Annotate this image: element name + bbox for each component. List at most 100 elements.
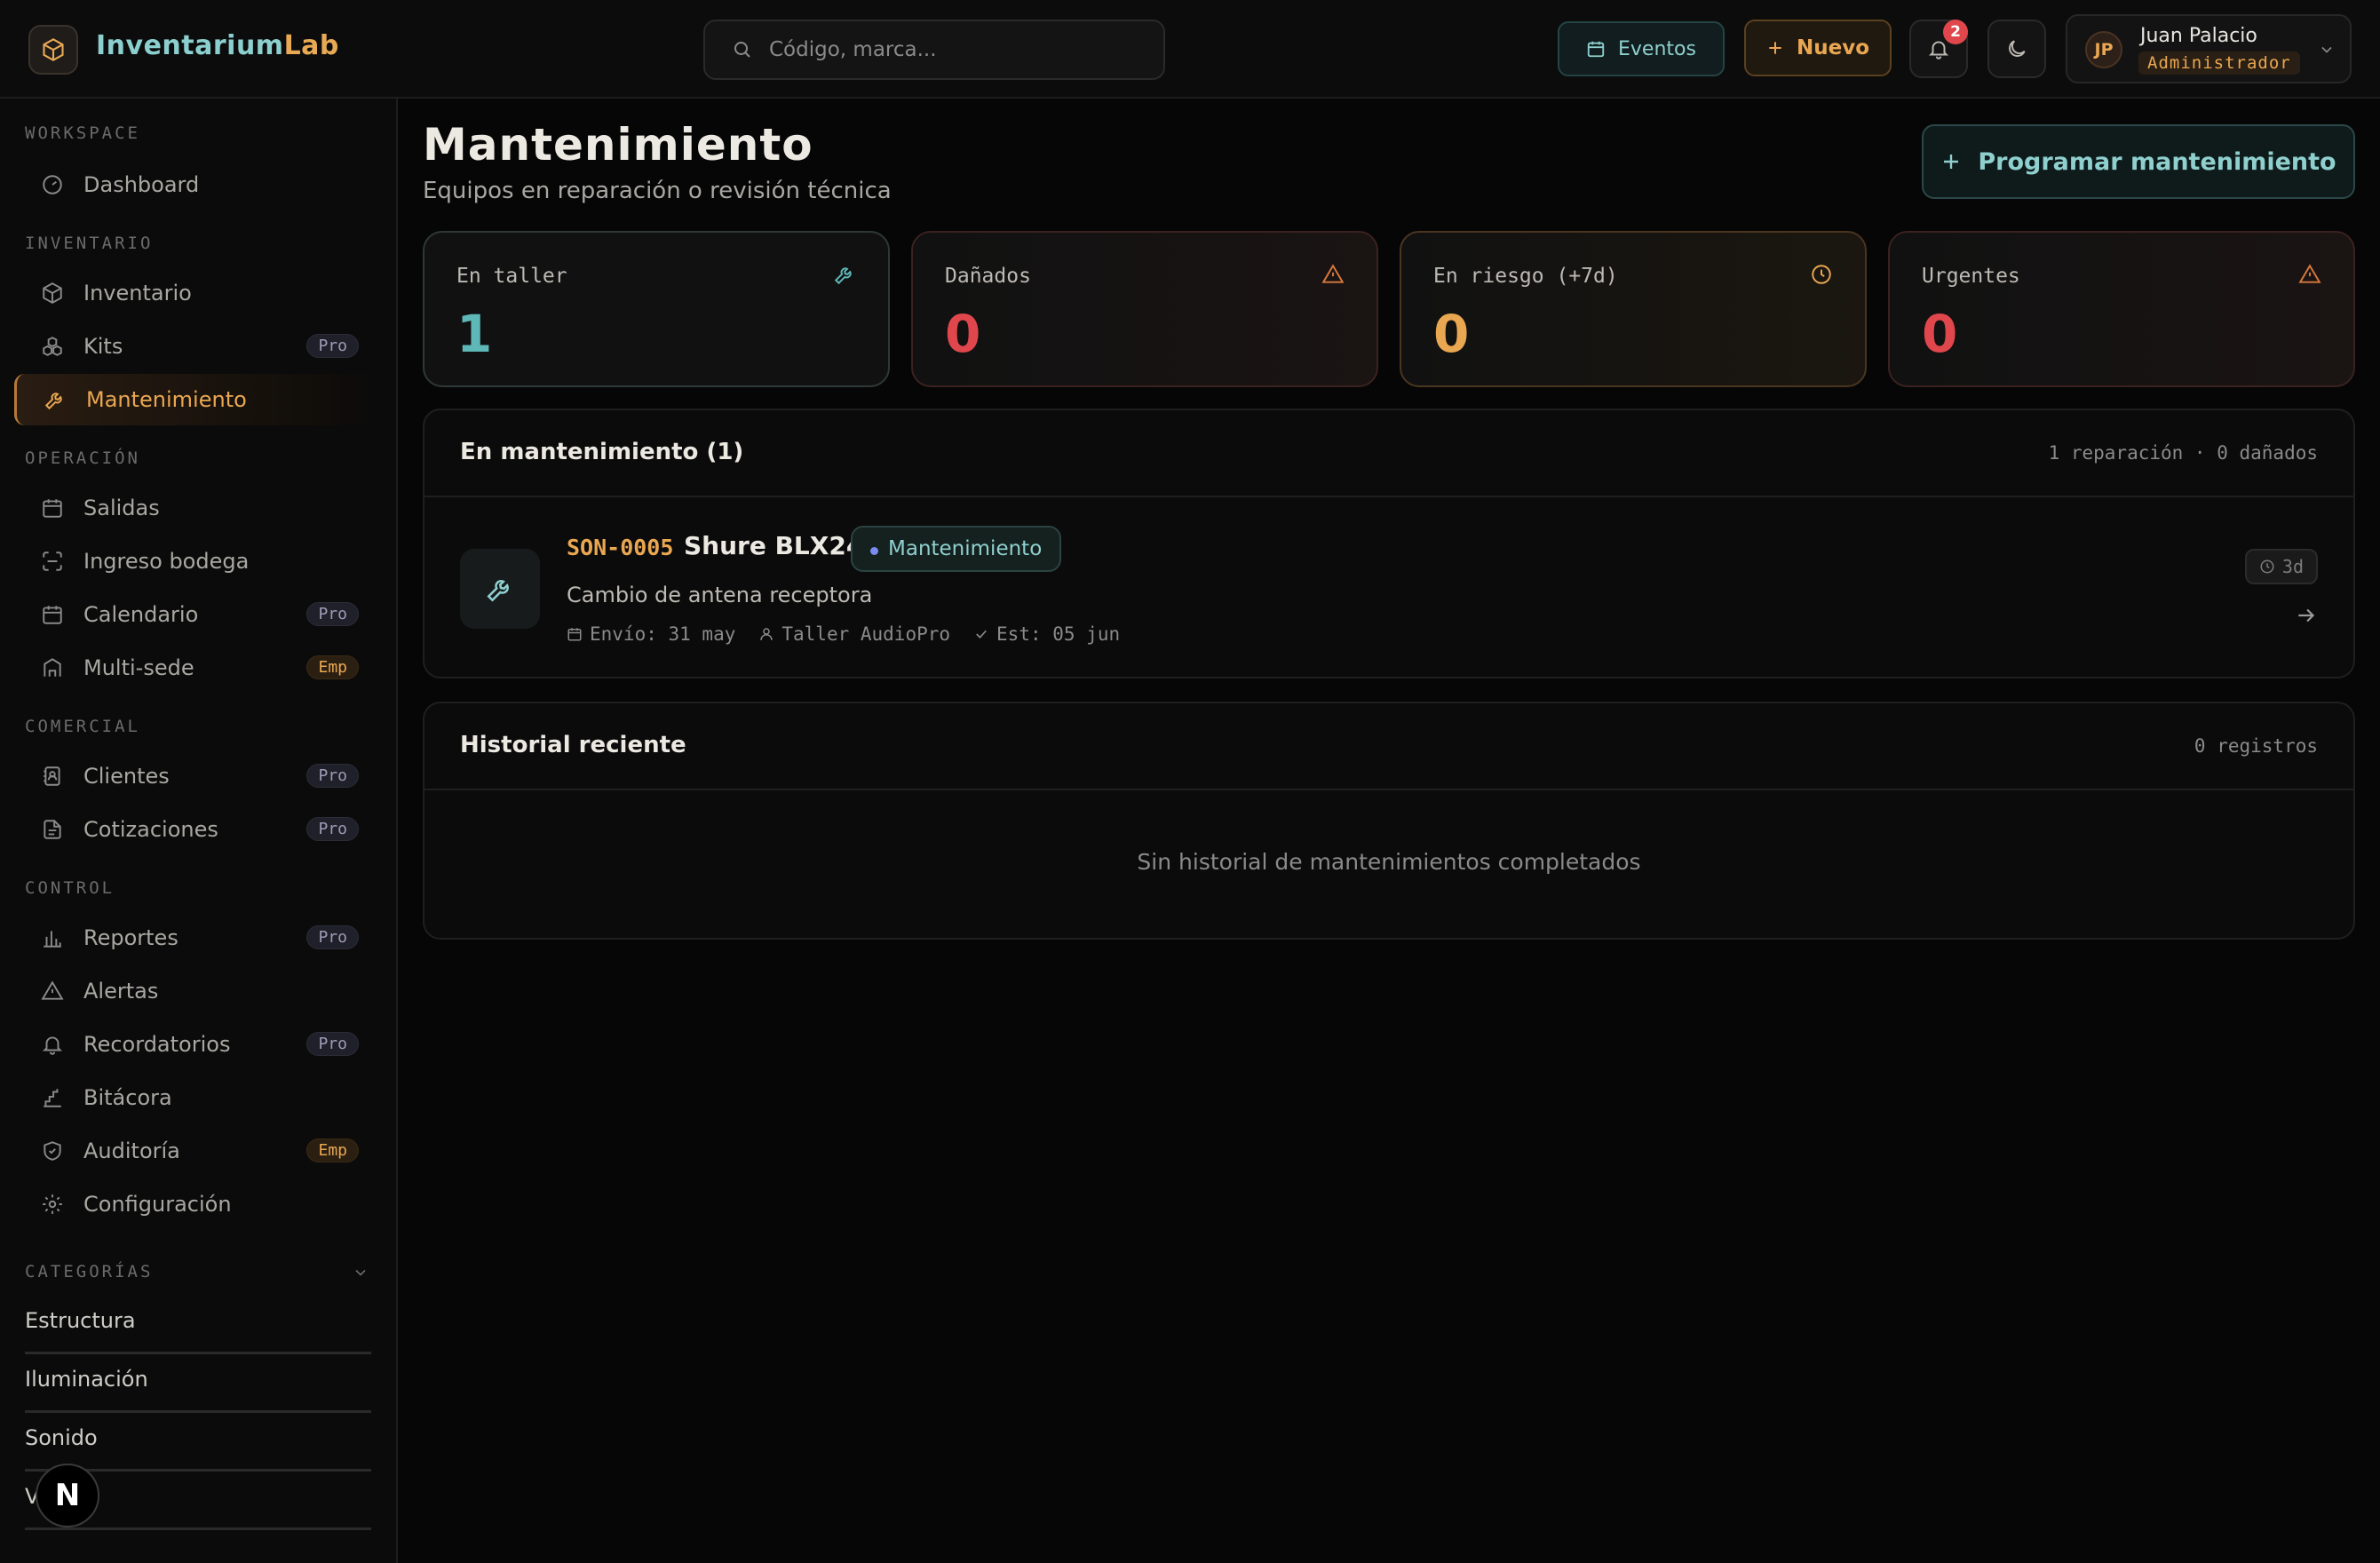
section-title-inventario: INVENTARIO	[25, 234, 154, 253]
sidebar-item-inventario[interactable]: Inventario	[14, 267, 377, 319]
stat-label: En riesgo (+7d)	[1433, 265, 1618, 288]
sidebar-item-mantenimiento[interactable]: Mantenimiento	[14, 374, 377, 425]
arrow-right-icon[interactable]	[2295, 604, 2318, 627]
stat-label: Dañados	[945, 265, 1031, 288]
nuevo-button[interactable]: Nuevo	[1744, 20, 1892, 76]
nextjs-dev-indicator[interactable]: N	[36, 1464, 99, 1527]
sidebar-item-label: Configuración	[83, 1192, 232, 1217]
sidebar-item-cotizaciones[interactable]: Cotizaciones Pro	[14, 804, 377, 855]
panel-title: Historial reciente	[460, 732, 686, 758]
warning-triangle-icon	[41, 980, 64, 1000]
eventos-button[interactable]: Eventos	[1558, 21, 1725, 76]
panel-meta: 0 registros	[2194, 735, 2318, 757]
category-item[interactable]: Sonido	[25, 1413, 371, 1472]
sidebar-item-calendario[interactable]: Calendario Pro	[14, 589, 377, 640]
program-maintenance-button[interactable]: Programar mantenimiento	[1922, 124, 2355, 199]
sidebar-item-label: Inventario	[83, 281, 192, 305]
stat-value: 0	[1922, 304, 1958, 364]
emp-badge: Emp	[306, 1139, 359, 1162]
item-code[interactable]: SON-0005	[567, 535, 673, 560]
calendar-icon	[567, 628, 582, 641]
page-subtitle: Equipos en reparación o revisión técnica	[423, 178, 892, 204]
sidebar-item-clientes[interactable]: Clientes Pro	[14, 750, 377, 802]
sidebar-item-ingreso-bodega[interactable]: Ingreso bodega	[14, 536, 377, 587]
wrench-icon	[833, 263, 856, 286]
panel-meta: 1 reparación · 0 dañados	[2048, 442, 2318, 464]
stat-label: En taller	[456, 265, 567, 288]
pro-badge: Pro	[306, 764, 359, 788]
program-maintenance-label: Programar mantenimiento	[1978, 147, 2336, 176]
list-item[interactable]: SON-0005 Shure BLX24 Mantenimiento Cambi…	[424, 497, 2353, 678]
avatar: JP	[2085, 31, 2122, 68]
user-menu[interactable]: JP Juan Palacio Administrador	[2066, 14, 2352, 83]
pro-badge: Pro	[306, 334, 359, 358]
sidebar-item-label: Recordatorios	[83, 1032, 231, 1057]
stat-value: 0	[945, 304, 981, 364]
stat-value: 0	[1433, 304, 1470, 364]
eventos-label: Eventos	[1618, 37, 1696, 60]
nuevo-label: Nuevo	[1796, 36, 1870, 60]
stat-card-danados: Dañados 0	[911, 231, 1378, 387]
sidebar-item-auditoria[interactable]: Auditoría Emp	[14, 1125, 377, 1177]
panel-header: Historial reciente 0 registros	[424, 703, 2353, 790]
history-panel: Historial reciente 0 registros Sin histo…	[423, 702, 2355, 940]
stat-value: 1	[456, 304, 493, 364]
age-badge: 3d	[2244, 549, 2318, 584]
stat-label: Urgentes	[1922, 265, 2020, 288]
search-input[interactable]	[769, 38, 1142, 61]
box-icon	[43, 282, 62, 304]
section-title-categorias[interactable]: CATEGORÍAS	[25, 1262, 153, 1281]
sidebar-item-reportes[interactable]: Reportes Pro	[14, 912, 377, 964]
user-name: Juan Palacio	[2140, 25, 2257, 47]
cube-logo-icon[interactable]	[28, 25, 78, 75]
warning-triangle-icon	[1321, 263, 1345, 286]
workshop: Taller AudioPro	[758, 623, 950, 645]
sidebar-item-bitacora[interactable]: Bitácora	[14, 1072, 377, 1123]
chevron-down-icon[interactable]	[352, 1264, 369, 1281]
item-meta: Envío: 31 may Taller AudioPro Est: 05 ju…	[567, 623, 1120, 645]
sidebar-item-multi-sede[interactable]: Multi-sede Emp	[14, 642, 377, 694]
sidebar-item-label: Alertas	[83, 979, 159, 1004]
item-name: Shure BLX24	[684, 531, 864, 560]
bell-icon	[42, 1036, 63, 1055]
pro-badge: Pro	[306, 817, 359, 841]
file-text-icon	[44, 820, 61, 839]
notifications-button[interactable]: 2	[1909, 20, 1968, 78]
category-item[interactable]: Estructura	[25, 1296, 371, 1354]
chevron-down-icon	[2318, 41, 2336, 59]
sidebar-item-label: Bitácora	[83, 1085, 172, 1110]
check-icon	[976, 630, 987, 639]
estimate-date: Est: 05 jun	[973, 623, 1120, 645]
sidebar-item-kits[interactable]: Kits Pro	[14, 321, 377, 372]
workshop-text: Taller AudioPro	[781, 623, 951, 645]
search-box[interactable]	[703, 20, 1165, 80]
stat-card-en-taller: En taller 1	[423, 231, 890, 387]
search-icon	[732, 39, 753, 60]
item-description: Cambio de antena receptora	[567, 583, 873, 607]
calendar-icon	[43, 499, 62, 518]
emp-badge: Emp	[306, 655, 359, 679]
pro-badge: Pro	[306, 1032, 359, 1056]
calendar-icon	[1586, 39, 1606, 59]
sidebar-item-label: Dashboard	[83, 172, 200, 197]
category-item[interactable]: Iluminación	[25, 1354, 371, 1413]
building-icon	[44, 658, 61, 677]
section-title-operacion: OPERACIÓN	[25, 448, 140, 468]
brand-name[interactable]: InventariumLab	[96, 30, 339, 61]
stairs-chart-icon	[44, 1089, 61, 1107]
section-title-comercial: COMERCIAL	[25, 717, 140, 736]
boxes-icon	[43, 337, 62, 356]
sidebar-item-label: Clientes	[83, 764, 170, 789]
pro-badge: Pro	[306, 925, 359, 949]
sidebar-item-configuracion[interactable]: Configuración	[14, 1178, 377, 1230]
sidebar-item-salidas[interactable]: Salidas	[14, 482, 377, 534]
page-title: Mantenimiento	[423, 119, 813, 171]
theme-toggle-button[interactable]	[1987, 20, 2046, 78]
clock-icon	[1810, 263, 1833, 286]
sidebar-item-alertas[interactable]: Alertas	[14, 965, 377, 1017]
sidebar-item-label: Reportes	[83, 925, 178, 950]
sidebar-item-label: Kits	[83, 334, 123, 359]
sidebar-item-dashboard[interactable]: Dashboard	[14, 159, 377, 210]
sidebar-item-recordatorios[interactable]: Recordatorios Pro	[14, 1019, 377, 1070]
notification-count-badge: 2	[1943, 20, 1968, 44]
